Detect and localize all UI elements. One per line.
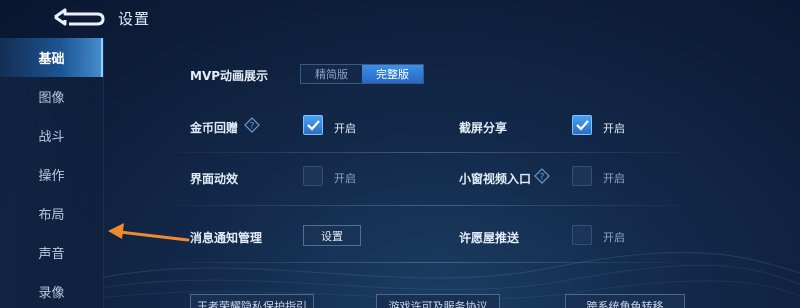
header-bar: 设置 (0, 0, 800, 36)
divider (176, 262, 684, 263)
mvp-animation-label: MVP动画展示 (190, 69, 269, 83)
sidebar: 基础 图像 战斗 操作 布局 声音 录像 (0, 38, 104, 308)
gold-gift-label: 金币回赠 (190, 121, 239, 135)
mvp-option-full[interactable]: 完整版 (362, 65, 423, 83)
sidebar-item-basic[interactable]: 基础 (0, 38, 103, 77)
sidebar-item-controls[interactable]: 操作 (0, 155, 103, 194)
annotation-arrow-icon (108, 223, 190, 242)
back-button[interactable] (48, 5, 110, 29)
screenshot-share-state: 开启 (603, 122, 625, 135)
back-arrow-icon (54, 8, 105, 26)
mvp-animation-toggle: 精简版 完整版 (300, 64, 424, 84)
ui-effects-label: 界面动效 (190, 172, 239, 186)
sidebar-item-sound[interactable]: 声音 (0, 233, 103, 272)
gold-gift-state: 开启 (334, 122, 356, 135)
sidebar-item-graphics[interactable]: 图像 (0, 77, 103, 116)
divider (176, 205, 684, 206)
message-notify-settings-button[interactable]: 设置 (303, 225, 361, 246)
sidebar-item-combat[interactable]: 战斗 (0, 116, 103, 155)
divider (176, 152, 684, 153)
cross-system-transfer-button[interactable]: 跨系统角色转移 (565, 294, 685, 308)
mvp-option-lite[interactable]: 精简版 (301, 65, 362, 83)
background-wave (100, 252, 800, 300)
svg-text:?: ? (250, 122, 255, 132)
sidebar-item-layout[interactable]: 布局 (0, 194, 103, 233)
license-agreement-button[interactable]: 游戏许可及服务协议 (376, 294, 500, 308)
ui-effects-state: 开启 (334, 172, 356, 185)
gold-gift-checkbox[interactable] (303, 115, 323, 135)
sidebar-item-replay[interactable]: 录像 (0, 272, 103, 308)
checkmark-icon (576, 120, 589, 131)
wish-push-state: 开启 (603, 231, 625, 244)
screenshot-share-label: 截屏分享 (459, 121, 508, 135)
message-notify-label: 消息通知管理 (190, 231, 263, 245)
wish-push-label: 许愿屋推送 (459, 231, 520, 245)
privacy-guide-button[interactable]: 王者荣耀隐私保护指引 (190, 294, 314, 308)
mini-video-checkbox[interactable] (572, 166, 592, 186)
help-icon[interactable]: ? (534, 168, 550, 184)
mini-video-label: 小窗视频入口 (459, 172, 532, 186)
screenshot-share-checkbox[interactable] (572, 115, 592, 135)
page-title: 设置 (118, 10, 151, 28)
checkmark-icon (307, 120, 320, 131)
wish-push-checkbox[interactable] (572, 225, 592, 245)
svg-text:?: ? (540, 173, 545, 183)
ui-effects-checkbox[interactable] (303, 166, 323, 186)
help-icon[interactable]: ? (244, 117, 260, 133)
mini-video-state: 开启 (603, 172, 625, 185)
